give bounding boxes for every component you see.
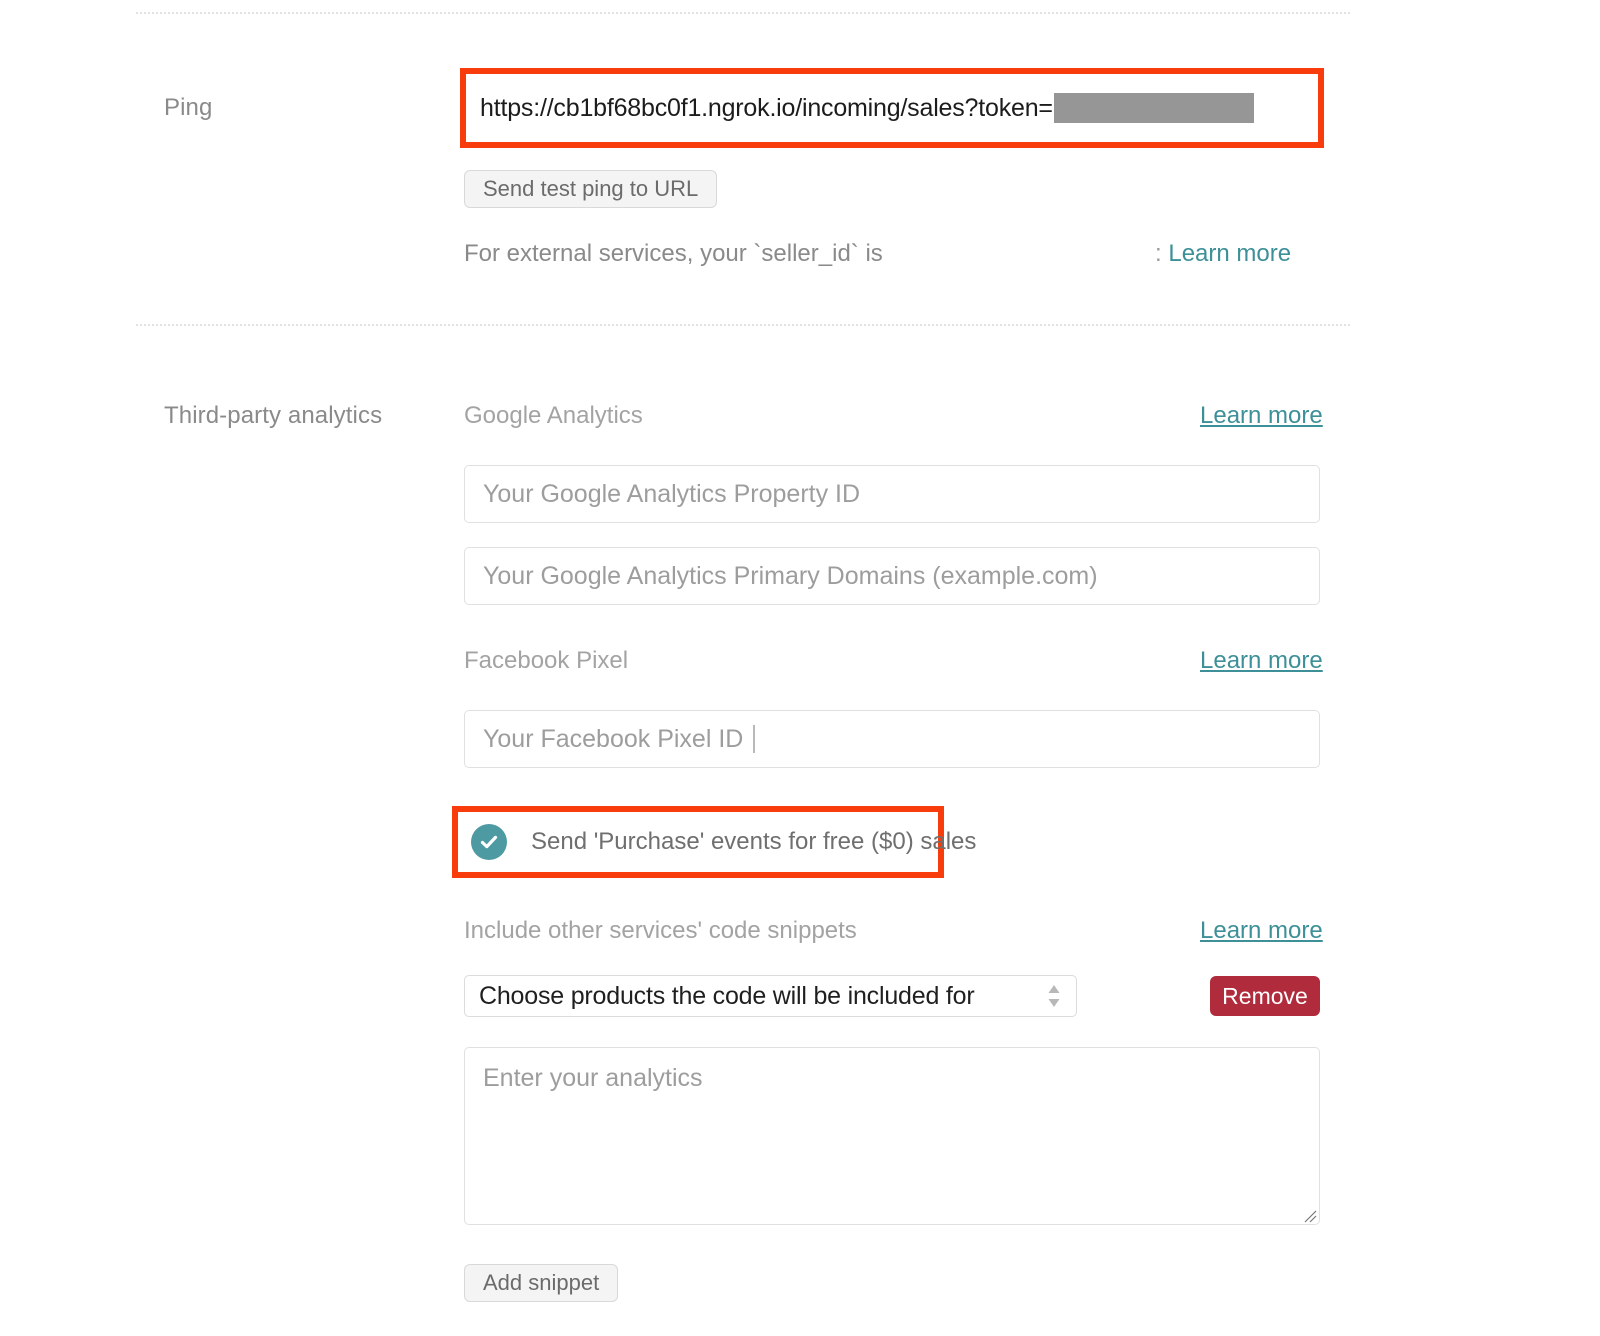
- analytics-code-textarea[interactable]: Enter your analytics: [464, 1047, 1320, 1225]
- ping-url-annotation-box: https://cb1bf68bc0f1.ngrok.io/incoming/s…: [460, 68, 1324, 148]
- section-divider-top: [136, 12, 1350, 14]
- google-analytics-property-id-input[interactable]: Your Google Analytics Property ID: [464, 465, 1320, 523]
- seller-id-colon: :: [1155, 240, 1162, 267]
- third-party-analytics-label: Third-party analytics: [164, 402, 383, 429]
- add-snippet-button[interactable]: Add snippet: [464, 1264, 619, 1302]
- send-test-ping-button[interactable]: Send test ping to URL: [464, 170, 718, 208]
- snippet-products-select-value: Choose products the code will be include…: [479, 981, 975, 1010]
- seller-id-note: For external services, your `seller_id` …: [464, 240, 883, 267]
- settings-page: Ping https://cb1bf68bc0f1.ngrok.io/incom…: [0, 0, 1600, 1336]
- facebook-pixel-heading: Facebook Pixel: [464, 647, 629, 674]
- ping-url-value: https://cb1bf68bc0f1.ngrok.io/incoming/s…: [480, 93, 1053, 122]
- ping-token-redaction-block: [1053, 93, 1254, 123]
- remove-snippet-button[interactable]: Remove: [1210, 976, 1320, 1016]
- google-analytics-domains-input[interactable]: Your Google Analytics Primary Domains (e…: [464, 547, 1320, 605]
- purchase-events-label: Send 'Purchase' events for free ($0) sal…: [531, 828, 977, 855]
- purchase-events-row[interactable]: Send 'Purchase' events for free ($0) sal…: [458, 812, 976, 872]
- analytics-code-textarea-placeholder: Enter your analytics: [483, 1064, 703, 1092]
- facebook-pixel-id-input[interactable]: Your Facebook Pixel ID: [464, 710, 1320, 768]
- code-snippets-heading: Include other services' code snippets: [464, 917, 857, 944]
- facebook-pixel-id-placeholder: Your Facebook Pixel ID: [483, 724, 744, 753]
- select-stepper-icon[interactable]: [1046, 981, 1062, 1011]
- google-analytics-heading: Google Analytics: [464, 402, 643, 429]
- google-analytics-domains-placeholder: Your Google Analytics Primary Domains (e…: [483, 561, 1098, 590]
- ping-url-input[interactable]: https://cb1bf68bc0f1.ngrok.io/incoming/s…: [466, 74, 1318, 142]
- google-analytics-learn-more-link[interactable]: Learn more: [1200, 402, 1323, 430]
- snippet-products-select[interactable]: Choose products the code will be include…: [464, 975, 1077, 1017]
- purchase-events-annotation-box: Send 'Purchase' events for free ($0) sal…: [452, 806, 976, 878]
- seller-id-learn-more-link[interactable]: Learn more: [1168, 240, 1291, 267]
- google-analytics-property-id-placeholder: Your Google Analytics Property ID: [483, 479, 861, 508]
- facebook-pixel-learn-more-link[interactable]: Learn more: [1200, 647, 1323, 675]
- check-icon: [480, 835, 498, 849]
- text-cursor-icon: [753, 725, 756, 753]
- ping-section-label: Ping: [164, 94, 213, 121]
- resize-handle-icon[interactable]: [1303, 1209, 1317, 1223]
- code-snippets-learn-more-link[interactable]: Learn more: [1200, 917, 1323, 945]
- seller-id-learn-more-wrap: : Learn more: [1155, 240, 1291, 268]
- purchase-events-checkbox[interactable]: [471, 824, 507, 860]
- section-divider-middle: [136, 324, 1350, 326]
